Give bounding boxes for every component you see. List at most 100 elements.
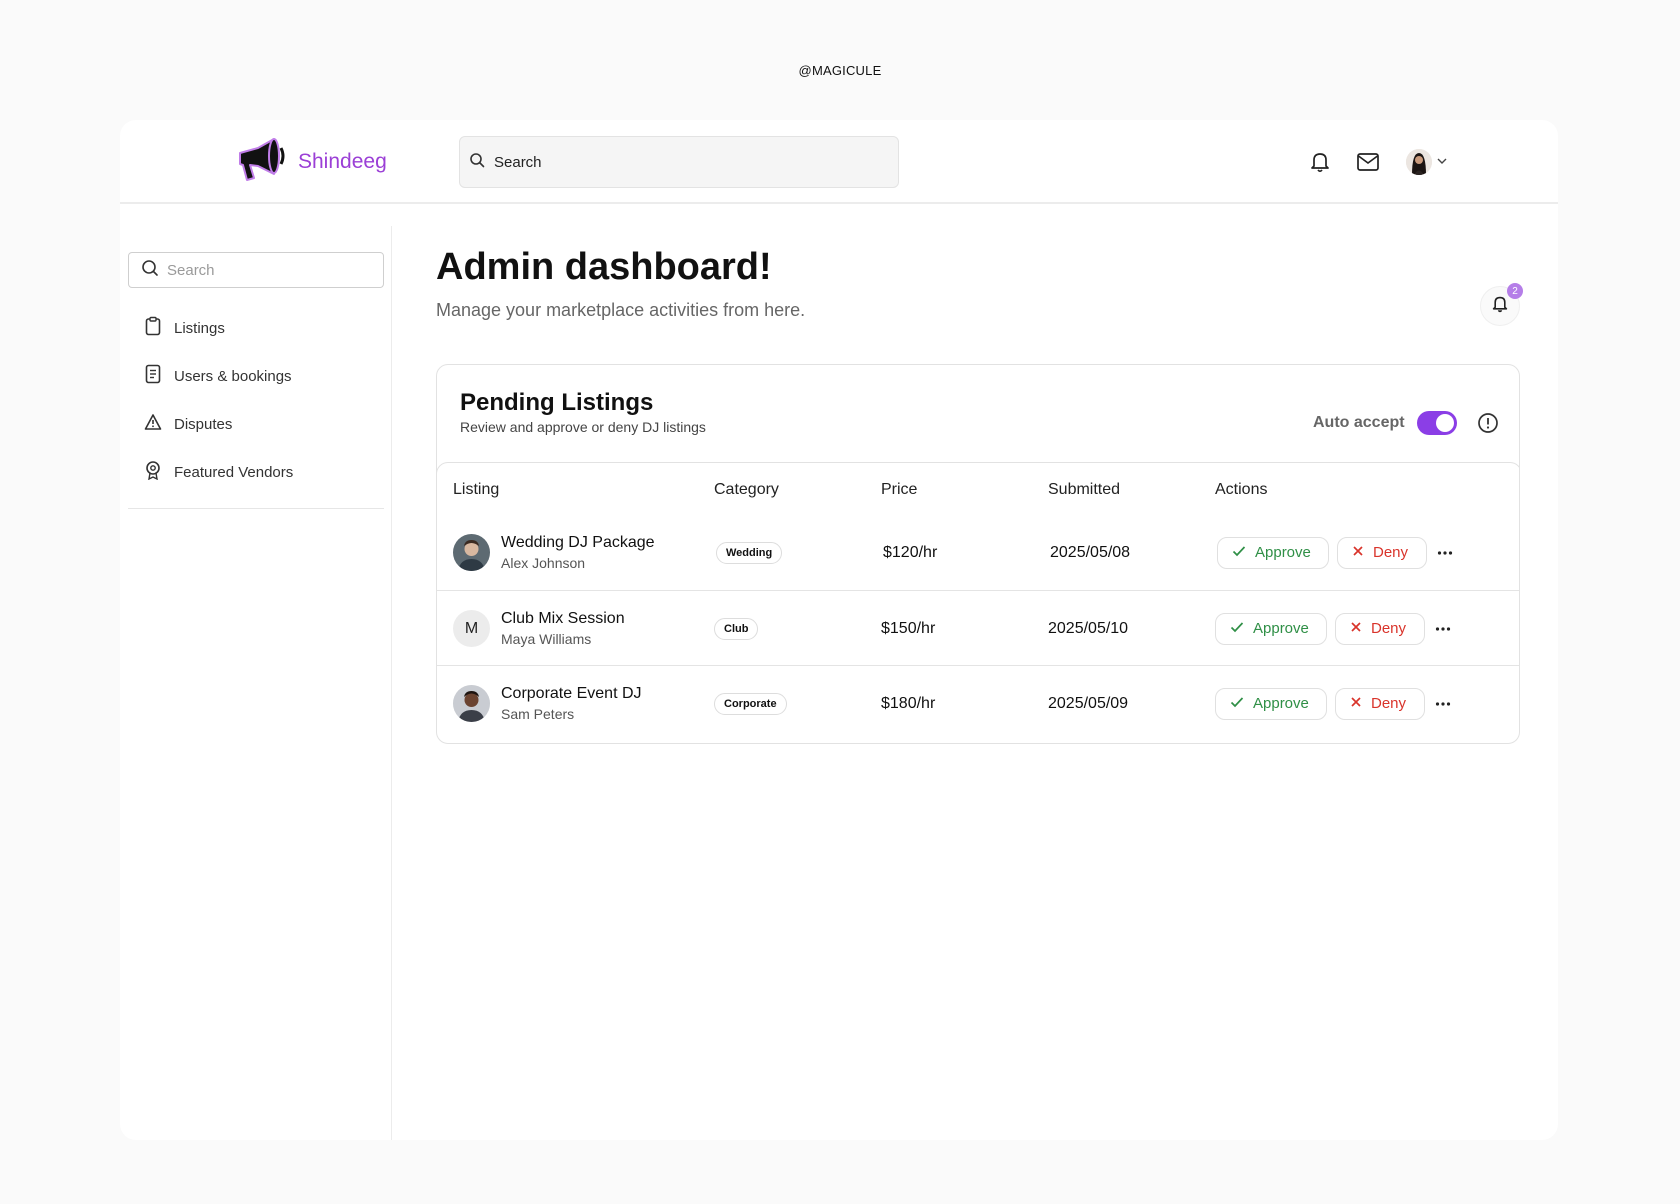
pending-listings-card: Pending Listings Review and approve or d… xyxy=(436,364,1520,744)
price: $120/hr xyxy=(883,543,938,561)
chevron-down-icon xyxy=(1436,153,1448,171)
submitted-cell: 2025/05/10 xyxy=(1048,591,1128,666)
category-cell: Corporate xyxy=(714,666,787,741)
sidebar-item-label: Users & bookings xyxy=(174,367,292,385)
notifications-button[interactable]: 2 xyxy=(1480,283,1523,326)
mail-icon[interactable] xyxy=(1354,148,1382,176)
watermark: @MAGICULE xyxy=(798,63,882,78)
price: $180/hr xyxy=(881,694,936,712)
check-icon xyxy=(1230,620,1244,637)
listing-name[interactable]: Club Mix Session xyxy=(501,610,625,628)
actions-cell: Approve Deny xyxy=(1217,515,1453,590)
deny-button[interactable]: Deny xyxy=(1335,612,1425,645)
vendor-avatar xyxy=(453,685,490,722)
page-title: Admin dashboard! xyxy=(436,246,772,288)
category-cell: Wedding xyxy=(716,515,783,590)
sidebar-item-disputes[interactable]: Disputes xyxy=(128,400,384,448)
sidebar: Listings Users & bookings Disputes Featu… xyxy=(120,226,392,1140)
submitted-date: 2025/05/08 xyxy=(1050,543,1131,561)
brand-name: Shindeeg xyxy=(298,149,387,173)
approve-label: Approve xyxy=(1253,695,1309,712)
listing-info: Club Mix Session Maya Williams xyxy=(501,610,625,647)
check-icon xyxy=(1230,695,1244,712)
column-header-listing: Listing xyxy=(453,481,500,498)
submitted-cell: 2025/05/09 xyxy=(1048,666,1128,741)
more-options-icon[interactable] xyxy=(1435,619,1451,639)
receipt-icon xyxy=(144,364,162,388)
close-icon xyxy=(1352,544,1364,561)
user-avatar xyxy=(1406,149,1432,175)
table-header: Listing Category Price Submitted Actions xyxy=(453,463,1513,519)
listing-name[interactable]: Wedding DJ Package xyxy=(501,534,655,552)
card-subtitle: Review and approve or deny DJ listings xyxy=(460,419,706,435)
auto-accept-label: Auto accept xyxy=(1313,414,1405,431)
info-icon[interactable] xyxy=(1477,412,1499,434)
sidebar-item-featured-vendors[interactable]: Featured Vendors xyxy=(128,448,384,496)
app-window: Shindeeg Search Search Listings Users & … xyxy=(120,120,1558,1140)
notification-badge: 2 xyxy=(1507,283,1523,299)
approve-button[interactable]: Approve xyxy=(1215,687,1327,720)
approve-button[interactable]: Approve xyxy=(1215,612,1327,645)
more-options-icon[interactable] xyxy=(1435,694,1451,714)
top-search-bar[interactable] xyxy=(459,136,899,188)
category-chip: Club xyxy=(714,617,759,640)
actions-cell: Approve Deny xyxy=(1215,666,1451,741)
deny-label: Deny xyxy=(1371,620,1407,637)
auto-accept-toggle[interactable] xyxy=(1416,411,1457,435)
deny-button[interactable]: Deny xyxy=(1337,536,1427,569)
search-icon xyxy=(141,259,159,282)
close-icon xyxy=(1350,620,1362,637)
sidebar-item-users-bookings[interactable]: Users & bookings xyxy=(128,352,384,400)
submitted-date: 2025/05/09 xyxy=(1048,694,1129,712)
warning-icon xyxy=(144,413,162,435)
bell-icon xyxy=(1492,295,1508,318)
sidebar-nav: Listings Users & bookings Disputes Featu… xyxy=(128,304,384,496)
vendor-avatar xyxy=(453,534,490,571)
listings-table: Listing Category Price Submitted Actions… xyxy=(437,462,1519,743)
badge-icon xyxy=(144,460,162,484)
approve-label: Approve xyxy=(1253,620,1309,637)
deny-label: Deny xyxy=(1373,544,1409,561)
sidebar-item-listings[interactable]: Listings xyxy=(128,304,384,352)
price-cell: $150/hr xyxy=(881,591,935,666)
approve-button[interactable]: Approve xyxy=(1217,536,1329,569)
toggle-knob xyxy=(1435,414,1454,432)
listing-info: Wedding DJ Package Alex Johnson xyxy=(501,534,655,571)
sidebar-item-label: Featured Vendors xyxy=(174,463,294,481)
approve-label: Approve xyxy=(1255,544,1311,561)
column-header-actions: Actions xyxy=(1215,481,1268,498)
listing-cell: Wedding DJ Package Alex Johnson xyxy=(453,515,655,590)
bell-icon[interactable] xyxy=(1306,148,1334,176)
listing-owner: Maya Williams xyxy=(501,631,592,647)
listing-info: Corporate Event DJ Sam Peters xyxy=(501,685,642,722)
category-chip: Wedding xyxy=(716,541,783,564)
submitted-cell: 2025/05/08 xyxy=(1050,515,1130,590)
listing-cell: M Club Mix Session Maya Williams xyxy=(453,591,625,666)
sidebar-item-label: Listings xyxy=(174,319,225,337)
column-header-submitted: Submitted xyxy=(1048,481,1121,498)
check-icon xyxy=(1232,544,1246,561)
brand-logo[interactable]: Shindeeg xyxy=(236,136,387,187)
sidebar-search-input[interactable] xyxy=(167,261,367,279)
price: $150/hr xyxy=(881,619,936,637)
table-row: M Club Mix Session Maya Williams Club $1… xyxy=(437,590,1519,666)
table-row: Corporate Event DJ Sam Peters Corporate … xyxy=(437,665,1519,741)
more-options-icon[interactable] xyxy=(1437,543,1453,563)
submitted-date: 2025/05/10 xyxy=(1048,619,1129,637)
page-subtitle: Manage your marketplace activities from … xyxy=(436,300,806,320)
top-search-input[interactable] xyxy=(494,153,874,171)
deny-button[interactable]: Deny xyxy=(1335,687,1425,720)
sidebar-search[interactable] xyxy=(128,252,384,288)
category-chip: Corporate xyxy=(714,692,787,715)
actions-cell: Approve Deny xyxy=(1215,591,1451,666)
column-header-category: Category xyxy=(714,481,779,498)
listing-name[interactable]: Corporate Event DJ xyxy=(501,685,642,703)
listing-owner: Sam Peters xyxy=(501,706,575,722)
auto-accept-control: Auto accept xyxy=(1313,411,1499,435)
card-title: Pending Listings xyxy=(460,389,654,416)
deny-label: Deny xyxy=(1371,695,1407,712)
vendor-avatar: M xyxy=(453,610,490,647)
column-header-price: Price xyxy=(881,481,918,498)
sidebar-divider xyxy=(128,508,384,509)
account-menu[interactable] xyxy=(1406,149,1448,175)
